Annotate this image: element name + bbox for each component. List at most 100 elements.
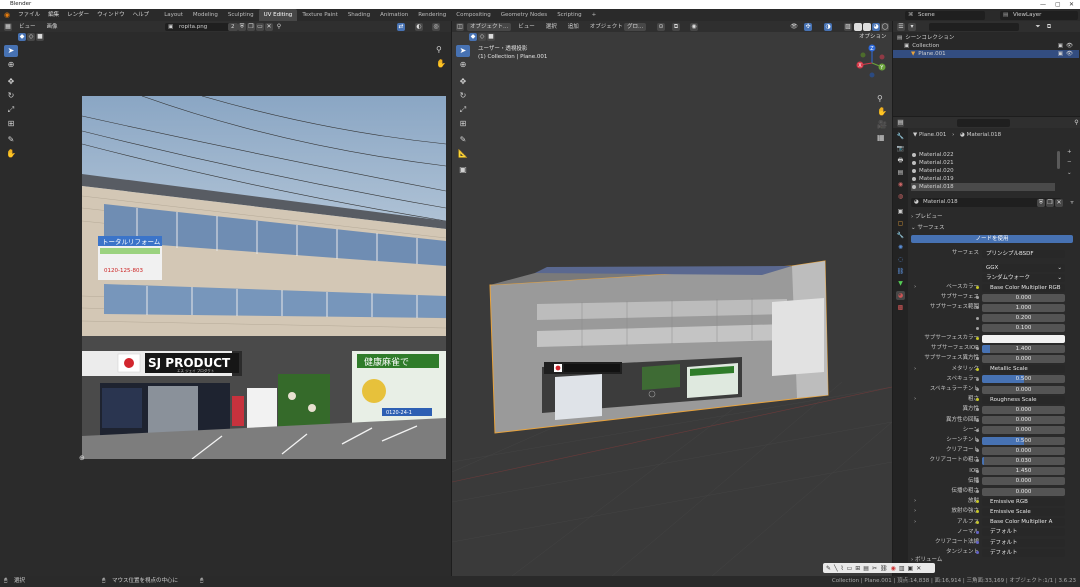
outliner-editor-type-icon[interactable]: ☰	[897, 22, 905, 31]
input-socket-icon[interactable]	[976, 388, 979, 391]
number-field[interactable]: 1.450	[982, 467, 1065, 476]
tab-rendering[interactable]: Rendering	[413, 9, 451, 21]
number-field[interactable]: 0.000	[982, 426, 1065, 435]
zoom-icon[interactable]: ⚲	[436, 45, 442, 54]
menu-edit[interactable]: 編集	[44, 9, 63, 21]
number-field[interactable]: 0.100	[982, 324, 1065, 333]
input-socket-icon[interactable]	[976, 490, 979, 493]
vp-vertex-select-icon[interactable]: ◆	[469, 33, 477, 41]
number-field[interactable]: 0.000	[982, 477, 1065, 486]
strip-close-icon[interactable]: ✕	[916, 565, 921, 572]
image-selector[interactable]: ▣ ropita.png	[165, 22, 235, 31]
linked-socket-field[interactable]: Base Color Multiplier RGB	[982, 283, 1065, 292]
slot-specials-icon[interactable]: ⌄	[1067, 170, 1072, 176]
render-visibility-icon[interactable]: ▣	[1058, 42, 1063, 50]
material-slot[interactable]: Material.022	[911, 151, 1055, 159]
pan-hand-icon[interactable]: ✋	[436, 59, 446, 68]
2d-cursor-icon[interactable]: ⊕	[79, 454, 85, 462]
outliner-row[interactable]: ▣ Collection 👁 ▣	[893, 42, 1079, 50]
tab-geometry-nodes[interactable]: Geometry Nodes	[496, 9, 552, 21]
open-image-icon[interactable]: ▭	[256, 22, 264, 31]
uv-sync-icon[interactable]: ⇄	[397, 22, 405, 31]
collection-tab-icon[interactable]: ▣	[896, 207, 905, 216]
minimize-icon[interactable]: —	[1040, 0, 1046, 9]
close-icon[interactable]: ✕	[1069, 0, 1074, 9]
menu-window[interactable]: ウィンドウ	[93, 9, 129, 21]
default-vector-field[interactable]: デフォルト	[982, 548, 1065, 557]
menu-file[interactable]: ファイル	[14, 9, 44, 21]
linked-socket-field[interactable]: Metallic Scale	[982, 365, 1065, 374]
material-slot[interactable]: Material.019	[911, 175, 1055, 183]
uv-menu-image[interactable]: 画像	[43, 21, 62, 33]
tab-shading[interactable]: Shading	[343, 9, 375, 21]
material-slot[interactable]: Material.020	[911, 167, 1055, 175]
number-field[interactable]: 0.000	[982, 405, 1065, 414]
input-socket-icon[interactable]	[976, 439, 979, 442]
gizmo-icon[interactable]: ✣	[804, 22, 812, 31]
cursor-tool-icon[interactable]: ⊕	[4, 59, 18, 71]
new-collection-icon[interactable]: ⧉	[1045, 23, 1053, 31]
overlay-icon[interactable]: ◑	[824, 22, 832, 31]
material-fake-user-icon[interactable]: ⛨	[1037, 198, 1045, 207]
default-vector-field[interactable]: デフォルト	[982, 528, 1065, 537]
transform-orientation-selector[interactable]: グロ...	[624, 22, 647, 31]
new-image-icon[interactable]: ❐	[247, 22, 255, 31]
vp-face-select-icon[interactable]: ■	[487, 33, 495, 41]
rotate-tool-icon[interactable]: ↻	[4, 90, 18, 102]
modifier-tab-icon[interactable]: 🔧	[896, 231, 905, 240]
expand-chevron-icon[interactable]: ›	[914, 395, 916, 404]
input-socket-icon[interactable]	[976, 286, 979, 289]
material-copy-icon[interactable]: ❐	[1046, 198, 1054, 207]
viewport-options[interactable]: オプション	[856, 33, 890, 41]
vp-edge-select-icon[interactable]: ◇	[478, 33, 486, 41]
menu-render[interactable]: レンダー	[63, 9, 93, 21]
input-socket-icon[interactable]	[976, 367, 979, 371]
display-mode-icon[interactable]: ▾	[908, 22, 916, 31]
input-socket-icon[interactable]	[976, 520, 979, 524]
unlink-image-icon[interactable]: ✕	[265, 22, 273, 31]
rendered-shading-icon[interactable]: ◯	[881, 22, 889, 31]
tab-uv-editing[interactable]: UV Editing	[258, 9, 298, 21]
strip-grid-icon[interactable]: ⊞	[855, 565, 860, 572]
tab-layout[interactable]: Layout	[159, 9, 188, 21]
properties-editor-type-icon[interactable]: ▤	[897, 118, 905, 127]
visibility-eye-icon[interactable]: 👁	[1066, 42, 1073, 50]
scene-selector[interactable]: ⌘ Scene	[905, 10, 985, 20]
image-users-count[interactable]: 2	[228, 22, 238, 31]
material-unlink-icon[interactable]: ✕	[1055, 198, 1063, 207]
view-layer-selector[interactable]: ▤ ViewLayer	[1000, 10, 1078, 20]
surface-shader-field[interactable]: プリンシプルBSDF	[982, 249, 1065, 258]
input-socket-icon[interactable]	[976, 428, 979, 432]
linked-socket-field[interactable]: Emissive Scale	[982, 507, 1065, 516]
uv-overlay-icon[interactable]: ◐	[415, 22, 423, 31]
expand-chevron-icon[interactable]: ›	[914, 507, 916, 516]
transform-tool-icon[interactable]: ⊞	[4, 118, 18, 130]
blender-logo-icon[interactable]: ◉	[0, 9, 14, 21]
vertex-select-icon[interactable]: ◆	[18, 33, 26, 41]
xray-icon[interactable]: ▨	[844, 22, 852, 31]
tab-texture-paint[interactable]: Texture Paint	[297, 9, 343, 21]
strip-window-icon[interactable]: ▣	[908, 565, 914, 572]
material-slot[interactable]: Material.021	[911, 159, 1055, 167]
material-browse-icon[interactable]: ▿	[1068, 199, 1076, 207]
panel-preview-header[interactable]: › プレビュー	[911, 212, 942, 220]
tab-compositing[interactable]: Compositing	[451, 9, 495, 21]
number-field[interactable]: 1.400	[982, 344, 1065, 353]
number-field[interactable]: 0.000	[982, 446, 1065, 455]
number-field[interactable]: 0.000	[982, 354, 1065, 363]
strip-cut-icon[interactable]: ✂	[872, 565, 877, 572]
strip-eraser-icon[interactable]: ▭	[847, 565, 853, 572]
tab-animation[interactable]: Animation	[375, 9, 413, 21]
pin-icon[interactable]: ⚲	[275, 23, 283, 31]
visibility-eye-icon[interactable]: 👁	[1066, 50, 1073, 58]
object-tab-icon[interactable]: ▢	[896, 219, 905, 228]
add-slot-icon[interactable]: +	[1067, 149, 1072, 155]
input-socket-icon[interactable]	[976, 479, 979, 483]
expand-chevron-icon[interactable]: ›	[914, 497, 916, 506]
vp-menu-object[interactable]: オブジェクト	[586, 21, 627, 33]
face-select-icon[interactable]: ■	[36, 33, 44, 41]
tab-scripting[interactable]: Scripting	[552, 9, 586, 21]
input-socket-icon[interactable]	[976, 316, 979, 320]
expand-chevron-icon[interactable]: ›	[914, 283, 916, 292]
use-nodes-button[interactable]: ノードを使用	[911, 235, 1073, 243]
